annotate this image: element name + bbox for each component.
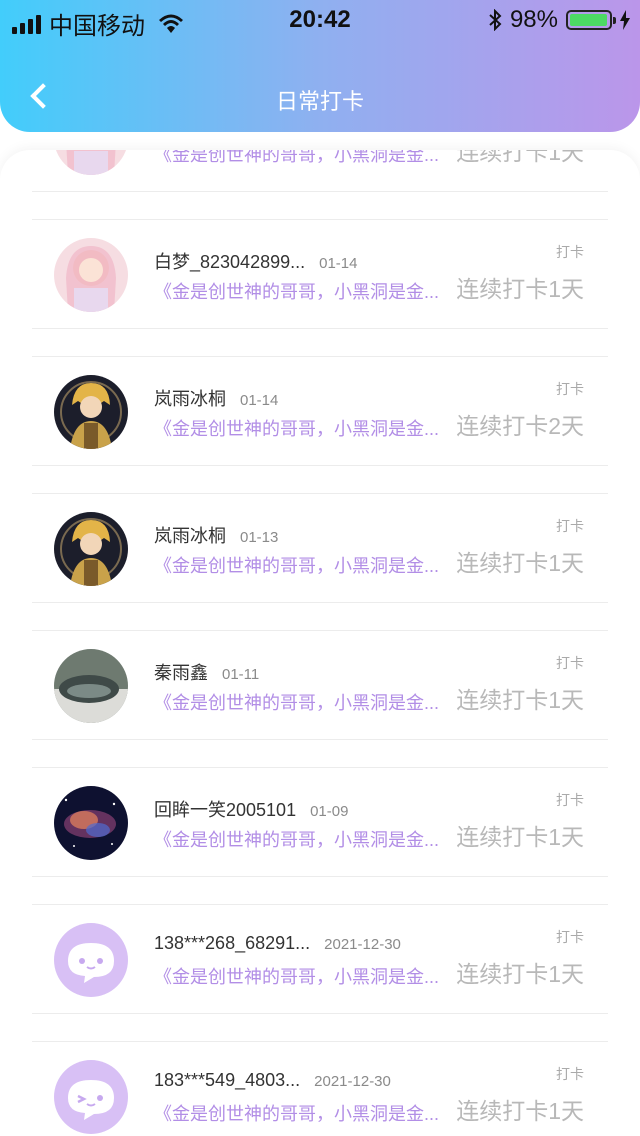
book-quote[interactable]: 《金是创世神的哥哥，小黑洞是金... (154, 689, 439, 715)
bluetooth-icon (489, 9, 502, 31)
book-quote[interactable]: 《金是创世神的哥哥，小黑洞是金... (154, 963, 439, 989)
checkin-tag: 打卡 (556, 244, 584, 260)
avatar[interactable] (54, 512, 128, 586)
avatar[interactable] (54, 238, 128, 312)
page-title: 日常打卡 (275, 89, 364, 114)
list-item[interactable]: 183***549_4803... 2021-12-30 《金是创世神的哥哥，小黑洞… (32, 1041, 608, 1136)
checkin-date: 01-11 (222, 666, 260, 683)
checkin-tag: 打卡 (556, 1066, 584, 1082)
user-name-text: 岚雨冰桐 (154, 389, 226, 409)
user-name-text: 岚雨冰桐 (154, 526, 226, 546)
list-item[interactable]: 白梦_823042899... 01-14 《金是创世神的哥哥，小黑洞是金... 打卡… (32, 219, 608, 329)
book-quote[interactable]: 《金是创世神的哥哥，小黑洞是金... (154, 150, 439, 167)
user-name: 回眸一笑2005101 01-09 (154, 796, 348, 822)
user-name: 138***268_68291... 2021-12-30 (154, 933, 401, 954)
book-quote[interactable]: 《金是创世神的哥哥，小黑洞是金... (154, 415, 439, 441)
battery-icon (566, 10, 616, 30)
list-item[interactable]: 岚雨冰桐 01-14 《金是创世神的哥哥，小黑洞是金... 打卡连续打卡2天 (32, 356, 608, 466)
streak-label: 连续打卡1天 (456, 550, 584, 576)
user-name-text: 183***549_4803... (154, 1070, 301, 1090)
avatar[interactable] (54, 1060, 128, 1134)
battery-percent: 98% (509, 6, 558, 33)
status-bar: 中国移动 20:42 98% (0, 0, 640, 40)
checkin-tag: 打卡 (556, 929, 584, 945)
user-name: 秦雨鑫 01-11 (154, 659, 259, 685)
streak-label: 连续打卡1天 (456, 687, 584, 713)
user-name-text: 138***268_68291... (154, 933, 311, 953)
list-item[interactable]: 回眸一笑2005101 01-09 《金是创世神的哥哥，小黑洞是金... 打卡连续打卡… (32, 767, 608, 877)
checkin-tag: 打卡 (556, 518, 584, 534)
list-item[interactable]: 138***268_68291... 2021-12-30 《金是创世神的哥哥，小黑… (32, 904, 608, 1014)
user-name: 岚雨冰桐 01-14 (154, 385, 278, 411)
user-name-text: 回眸一笑2005101 (154, 800, 297, 820)
user-name-text: 秦雨鑫 (154, 663, 208, 683)
checkin-date: 2021-12-30 (314, 1073, 391, 1090)
streak-label: 连续打卡2天 (456, 413, 584, 439)
list-item[interactable]: 《金是创世神的哥哥，小黑洞是金...打卡连续打卡1天 (32, 150, 608, 192)
list-item[interactable]: 岚雨冰桐 01-13 《金是创世神的哥哥，小黑洞是金... 打卡连续打卡1天 (32, 493, 608, 603)
book-quote[interactable]: 《金是创世神的哥哥，小黑洞是金... (154, 1100, 439, 1126)
checkin-list-panel[interactable]: 《金是创世神的哥哥，小黑洞是金...打卡连续打卡1天白梦_823042899..… (0, 150, 640, 1136)
checkin-date: 01-14 (240, 392, 279, 409)
streak-label: 连续打卡1天 (456, 150, 584, 165)
streak-label: 连续打卡1天 (456, 961, 584, 987)
user-name-text: 白梦_823042899... (154, 252, 306, 272)
avatar[interactable] (54, 923, 128, 997)
book-quote[interactable]: 《金是创世神的哥哥，小黑洞是金... (154, 552, 439, 578)
checkin-tag: 打卡 (556, 381, 584, 397)
book-quote[interactable]: 《金是创世神的哥哥，小黑洞是金... (154, 278, 439, 304)
avatar[interactable] (54, 375, 128, 449)
header: 中国移动 20:42 98% 日常打卡 (0, 0, 640, 132)
checkin-date: 2021-12-30 (324, 936, 401, 953)
nav-bar: 日常打卡 (0, 60, 640, 132)
list-item[interactable]: 秦雨鑫 01-11 《金是创世神的哥哥，小黑洞是金... 打卡连续打卡1天 (32, 630, 608, 740)
checkin-tag: 打卡 (556, 792, 584, 808)
checkin-date: 01-09 (310, 803, 349, 820)
checkin-date: 01-13 (240, 529, 279, 546)
checkin-date: 01-14 (319, 255, 358, 272)
checkin-tag: 打卡 (556, 655, 584, 671)
user-name: 岚雨冰桐 01-13 (154, 522, 278, 548)
streak-label: 连续打卡1天 (456, 824, 584, 850)
checkin-list: 《金是创世神的哥哥，小黑洞是金...打卡连续打卡1天白梦_823042899..… (0, 150, 640, 1136)
book-quote[interactable]: 《金是创世神的哥哥，小黑洞是金... (154, 826, 439, 852)
avatar[interactable] (54, 150, 128, 175)
avatar[interactable] (54, 786, 128, 860)
user-name: 183***549_4803... 2021-12-30 (154, 1070, 391, 1091)
charging-icon (620, 10, 630, 30)
avatar[interactable] (54, 649, 128, 723)
streak-label: 连续打卡1天 (456, 276, 584, 302)
streak-label: 连续打卡1天 (456, 1098, 584, 1124)
user-name: 白梦_823042899... 01-14 (154, 248, 358, 274)
